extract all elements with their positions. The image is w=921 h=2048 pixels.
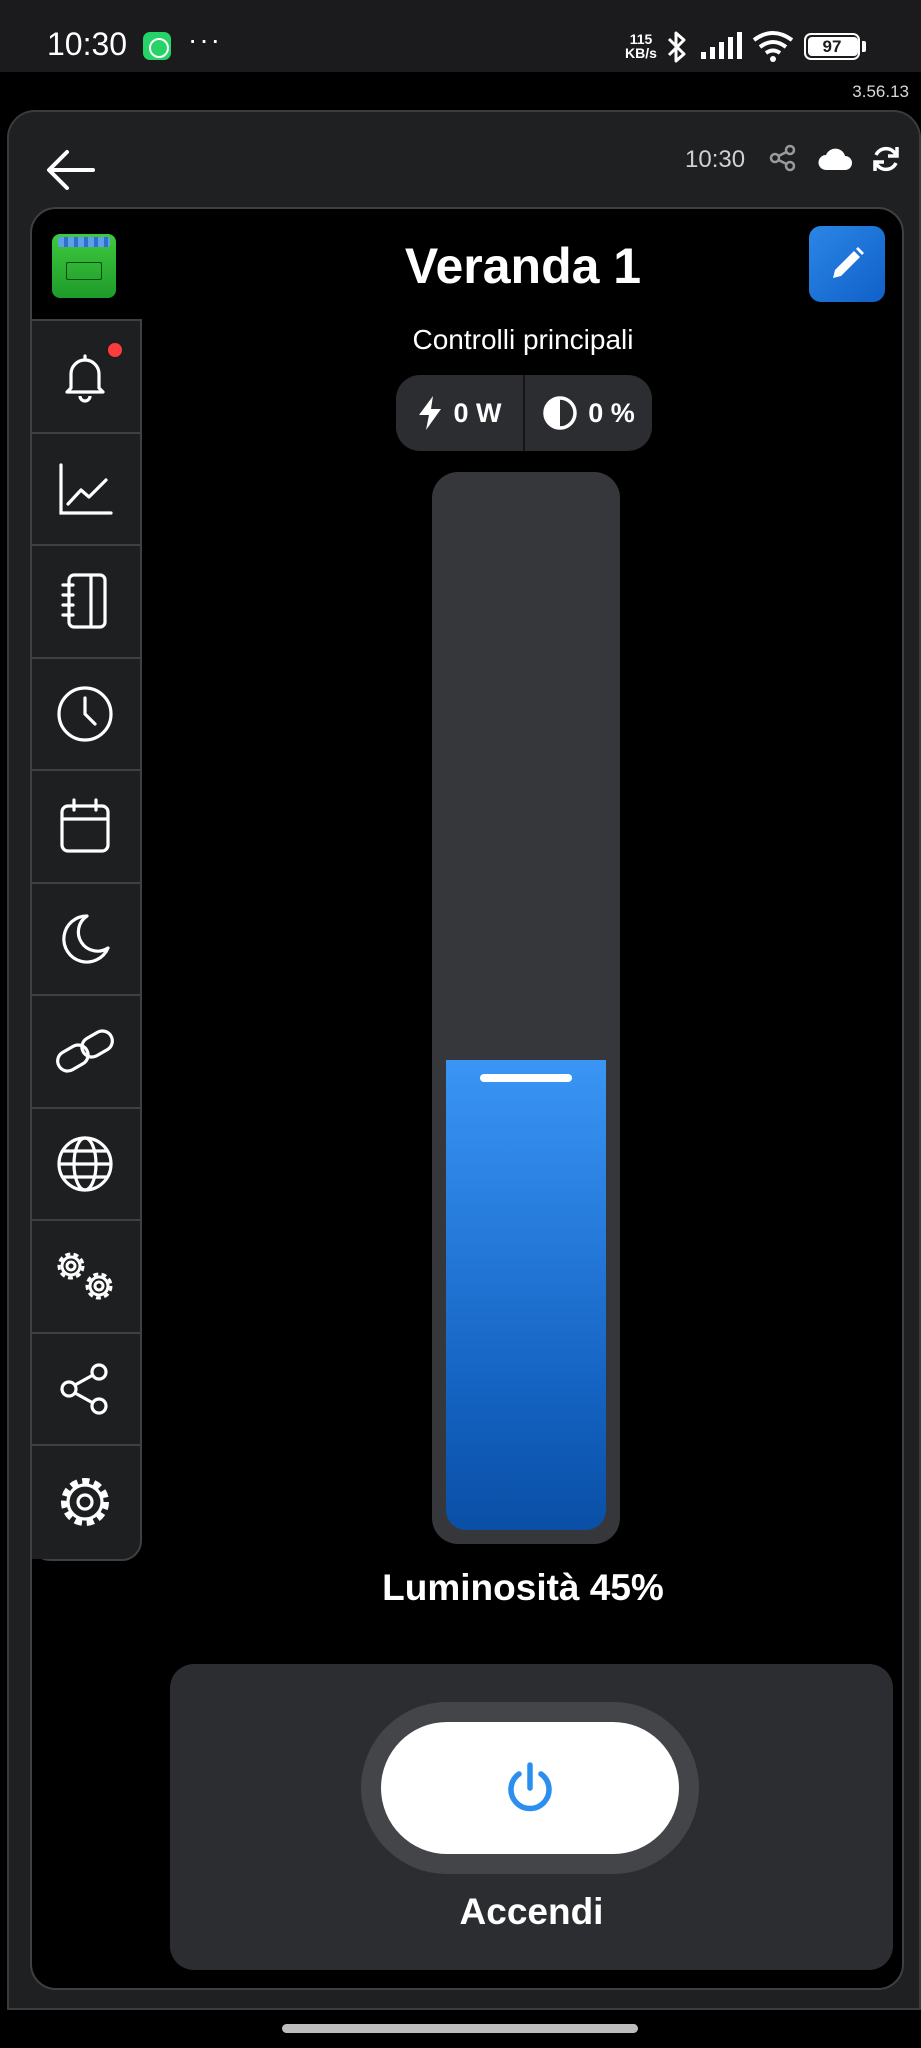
notebook-icon <box>61 573 107 629</box>
sidebar-item-statistics[interactable] <box>32 433 140 546</box>
brightness-slider-handle[interactable] <box>480 1074 572 1082</box>
power-button[interactable] <box>381 1722 679 1854</box>
sidebar-item-schedules[interactable] <box>32 771 140 884</box>
network-speed-unit: KB/s <box>625 45 657 61</box>
battery-level: 97 <box>822 37 842 56</box>
app-version: 3.56.13 <box>852 82 909 101</box>
edit-button[interactable] <box>809 226 885 302</box>
device-subtitle: Controlli principali <box>412 324 634 355</box>
sidebar-item-share[interactable] <box>32 1333 140 1446</box>
sidebar-item-settings[interactable] <box>32 1446 140 1559</box>
chart-line-icon <box>59 463 113 515</box>
back-arrow-icon[interactable] <box>41 140 101 200</box>
last-update-time: 10:30 <box>685 146 746 173</box>
brightness-label: Luminosità 45% <box>382 1567 664 1608</box>
dim-stat: 0 % <box>525 375 652 451</box>
network-speed: 115 KB/s <box>623 32 659 60</box>
sidebar-item-links[interactable] <box>32 996 140 1109</box>
power-stat: 0 W <box>396 375 523 451</box>
power-icon <box>508 1762 552 1812</box>
signal-icon <box>701 32 742 59</box>
home-indicator[interactable] <box>282 2024 638 2033</box>
network-speed-value: 115 <box>629 31 653 47</box>
app-window: 10:30 Veranda 1 Controlli principali 0 W… <box>7 110 921 2010</box>
power-button-ring <box>361 1702 699 1874</box>
brightness-slider[interactable] <box>432 472 620 1544</box>
power-value: 0 W <box>453 397 502 428</box>
wifi-icon <box>752 31 794 62</box>
gear-icon <box>61 1478 109 1527</box>
sidebar-item-timers[interactable] <box>32 658 140 771</box>
bluetooth-icon <box>667 31 686 63</box>
link-icon <box>56 1029 114 1073</box>
cloud-icon[interactable] <box>817 146 853 172</box>
brightness-slider-fill <box>446 1060 606 1530</box>
sidebar <box>32 319 142 1561</box>
notification-badge <box>108 343 122 357</box>
dim-value: 0 % <box>588 397 635 428</box>
share-nodes-icon <box>60 1363 108 1415</box>
sidebar-item-advanced-settings[interactable] <box>32 1221 140 1334</box>
power-panel: Accendi <box>170 1664 893 1970</box>
calendar-icon <box>60 798 110 853</box>
battery-icon: 97 <box>804 33 860 60</box>
whatsapp-icon <box>143 32 171 60</box>
gears-icon <box>57 1252 113 1300</box>
share-icon[interactable] <box>769 144 797 172</box>
stats-pill: 0 W 0 % <box>396 375 652 451</box>
sidebar-item-web[interactable] <box>32 1108 140 1221</box>
status-bar: 10:30 ··· 115 KB/s 97 <box>0 0 921 72</box>
contrast-icon <box>543 396 577 430</box>
device-image <box>52 234 116 298</box>
more-notifications-icon: ··· <box>188 24 222 55</box>
bell-icon <box>65 354 105 403</box>
sidebar-item-logbook[interactable] <box>32 546 140 659</box>
device-card: Veranda 1 Controlli principali 0 W 0 % L… <box>30 207 904 1990</box>
pencil-icon <box>833 247 864 278</box>
device-title: Veranda 1 <box>404 238 642 294</box>
status-time: 10:30 <box>47 26 128 62</box>
power-button-label: Accendi <box>459 1891 604 1932</box>
sync-icon[interactable] <box>871 144 901 174</box>
sidebar-item-notifications[interactable] <box>32 321 140 434</box>
sidebar-item-night-mode[interactable] <box>32 883 140 996</box>
moon-icon <box>62 914 110 964</box>
globe-icon <box>57 1136 113 1192</box>
lightning-icon <box>419 396 442 430</box>
clock-icon <box>57 686 113 742</box>
